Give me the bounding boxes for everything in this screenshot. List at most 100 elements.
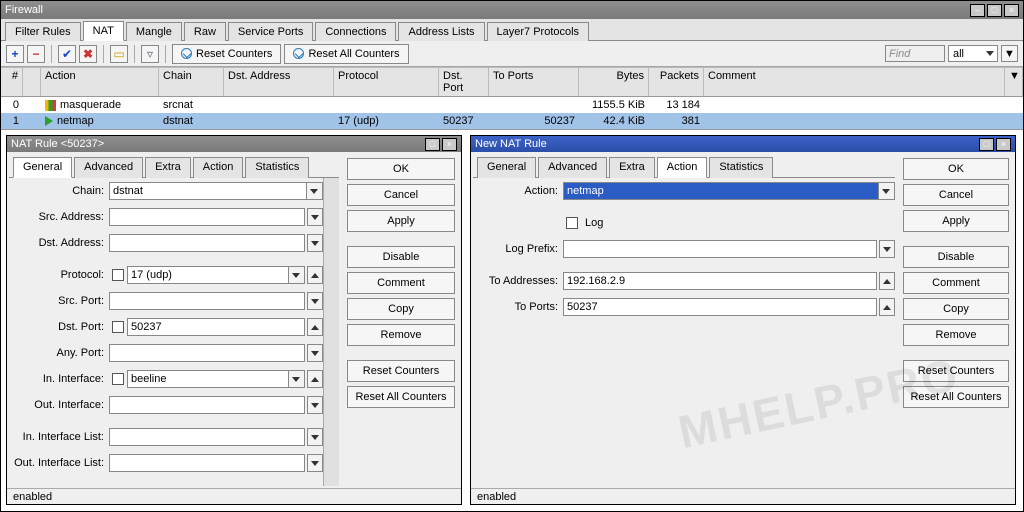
tab-address-lists[interactable]: Address Lists (398, 22, 484, 41)
reset-all-counters-button[interactable]: Reset All Counters (284, 44, 408, 64)
col-dst[interactable]: Dst. Address (224, 68, 334, 96)
expand-icon[interactable] (307, 292, 323, 310)
disable-button[interactable]: Disable (347, 246, 455, 268)
apply-button[interactable]: Apply (903, 210, 1009, 232)
tab-statistics[interactable]: Statistics (709, 157, 773, 178)
apply-button[interactable]: Apply (347, 210, 455, 232)
expand-icon[interactable] (307, 454, 323, 472)
tab-statistics[interactable]: Statistics (245, 157, 309, 178)
tab-general[interactable]: General (13, 157, 72, 178)
reset-counters-button[interactable]: Reset Counters (903, 360, 1009, 382)
src-port-field[interactable] (109, 292, 305, 310)
tab-extra[interactable]: Extra (609, 157, 655, 178)
cancel-button[interactable]: Cancel (347, 184, 455, 206)
collapse-icon[interactable] (307, 266, 323, 284)
tab-advanced[interactable]: Advanced (74, 157, 143, 178)
expand-icon[interactable] (307, 234, 323, 252)
col-packets[interactable]: Packets (649, 68, 704, 96)
chain-field[interactable]: dstnat (109, 182, 307, 200)
expand-icon[interactable] (307, 208, 323, 226)
dialog-titlebar[interactable]: New NAT Rule □ × (471, 136, 1015, 152)
filter-scope-combo[interactable]: all (948, 45, 998, 62)
minimize-icon[interactable]: – (970, 4, 985, 17)
chevron-down-icon[interactable] (879, 182, 895, 200)
expand-icon[interactable] (307, 428, 323, 446)
reset-all-counters-button[interactable]: Reset All Counters (347, 386, 455, 408)
scrollbar[interactable] (323, 178, 339, 486)
protocol-field[interactable]: 17 (udp) (127, 266, 289, 284)
copy-button[interactable]: Copy (347, 298, 455, 320)
col-menu-icon[interactable]: ▼ (1005, 68, 1023, 96)
remove-button[interactable]: Remove (903, 324, 1009, 346)
table-row[interactable]: 1 netmap dstnat 17 (udp) 50237 50237 42.… (1, 113, 1023, 129)
add-icon[interactable]: + (6, 45, 24, 63)
out-interface-list-field[interactable] (109, 454, 305, 472)
maximize-icon[interactable]: □ (987, 4, 1002, 17)
tab-connections[interactable]: Connections (315, 22, 396, 41)
tab-extra[interactable]: Extra (145, 157, 191, 178)
tab-general[interactable]: General (477, 157, 536, 178)
out-interface-field[interactable] (109, 396, 305, 414)
comment-button[interactable]: Comment (903, 272, 1009, 294)
disable-icon[interactable]: ✖ (79, 45, 97, 63)
expand-icon[interactable] (307, 396, 323, 414)
copy-button[interactable]: Copy (903, 298, 1009, 320)
find-input[interactable]: Find (885, 45, 945, 62)
collapse-icon[interactable] (879, 298, 895, 316)
reset-all-counters-button[interactable]: Reset All Counters (903, 386, 1009, 408)
tab-service-ports[interactable]: Service Ports (228, 22, 313, 41)
collapse-icon[interactable] (879, 272, 895, 290)
dst-port-field[interactable]: 50237 (127, 318, 305, 336)
comment-button[interactable]: Comment (347, 272, 455, 294)
collapse-icon[interactable] (307, 370, 323, 388)
dst-address-field[interactable] (109, 234, 305, 252)
to-addresses-field[interactable]: 192.168.2.9 (563, 272, 877, 290)
close-icon[interactable]: × (442, 138, 457, 151)
tab-mangle[interactable]: Mangle (126, 22, 182, 41)
reset-counters-button[interactable]: Reset Counters (347, 360, 455, 382)
ok-button[interactable]: OK (347, 158, 455, 180)
tab-advanced[interactable]: Advanced (538, 157, 607, 178)
expand-icon[interactable] (879, 240, 895, 258)
log-prefix-field[interactable] (563, 240, 877, 258)
to-ports-field[interactable]: 50237 (563, 298, 877, 316)
close-icon[interactable]: × (996, 138, 1011, 151)
ok-button[interactable]: OK (903, 158, 1009, 180)
src-address-field[interactable] (109, 208, 305, 226)
any-port-field[interactable] (109, 344, 305, 362)
tab-nat[interactable]: NAT (83, 21, 124, 41)
comment-icon[interactable]: ▭ (110, 45, 128, 63)
in-interface-field[interactable]: beeline (127, 370, 289, 388)
col-bytes[interactable]: Bytes (579, 68, 649, 96)
maximize-icon[interactable]: □ (979, 138, 994, 151)
tab-filter-rules[interactable]: Filter Rules (5, 22, 81, 41)
filter-icon[interactable]: ▿ (141, 45, 159, 63)
close-icon[interactable]: × (1004, 4, 1019, 17)
in-interface-list-field[interactable] (109, 428, 305, 446)
dialog-titlebar[interactable]: NAT Rule <50237> □ × (7, 136, 461, 152)
log-checkbox[interactable] (566, 217, 578, 229)
col-action[interactable]: Action (41, 68, 159, 96)
remove-button[interactable]: Remove (347, 324, 455, 346)
cancel-button[interactable]: Cancel (903, 184, 1009, 206)
tab-action[interactable]: Action (193, 157, 244, 178)
in-iface-invert-checkbox[interactable] (112, 373, 124, 385)
dst-port-invert-checkbox[interactable] (112, 321, 124, 333)
tab-action[interactable]: Action (657, 157, 708, 178)
maximize-icon[interactable]: □ (425, 138, 440, 151)
disable-button[interactable]: Disable (903, 246, 1009, 268)
reset-counters-button[interactable]: Reset Counters (172, 44, 281, 64)
col-proto[interactable]: Protocol (334, 68, 439, 96)
tab-raw[interactable]: Raw (184, 22, 226, 41)
table-row[interactable]: 0 masquerade srcnat 1155.5 KiB 13 184 (1, 97, 1023, 113)
col-flag[interactable] (23, 68, 41, 96)
action-field[interactable]: netmap (563, 182, 879, 200)
col-num[interactable]: # (1, 68, 23, 96)
col-toports[interactable]: To Ports (489, 68, 579, 96)
chevron-down-icon[interactable] (307, 182, 323, 200)
chevron-down-icon[interactable] (289, 266, 305, 284)
remove-icon[interactable]: − (27, 45, 45, 63)
expand-icon[interactable] (307, 344, 323, 362)
enable-icon[interactable]: ✔ (58, 45, 76, 63)
col-chain[interactable]: Chain (159, 68, 224, 96)
